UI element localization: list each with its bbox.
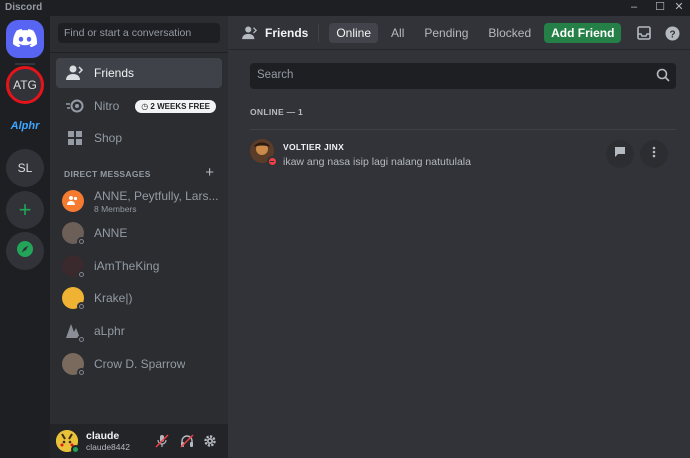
offline-status-icon <box>77 368 86 377</box>
dm-name: ANNE, Peytfully, Lars... <box>94 188 219 203</box>
tab-blocked[interactable]: Blocked <box>481 23 538 43</box>
online-count-header: ONLINE — 1 <box>250 107 304 117</box>
server-atg[interactable]: ATG <box>6 66 44 104</box>
server-sl[interactable]: SL <box>6 149 44 187</box>
sidebar-item-nitro[interactable]: Nitro ◷ 2 WEEKS FREE <box>56 91 222 121</box>
sidebar-item-friends[interactable]: Friends <box>56 58 222 88</box>
direct-messages-header: DIRECT MESSAGES <box>64 169 151 179</box>
dm-name: aLphr <box>94 324 125 338</box>
nitro-trial-badge: ◷ 2 WEEKS FREE <box>135 99 216 113</box>
friends-title: Friends <box>265 25 309 40</box>
create-dm-button[interactable]: + <box>205 164 214 181</box>
inbox-icon[interactable] <box>636 25 652 41</box>
dm-item-iamtheking[interactable]: iAmTheKing <box>56 250 222 282</box>
offline-status-icon <box>77 270 86 279</box>
dm-member-count: 8 Members <box>94 203 137 214</box>
dm-item-anne[interactable]: ANNE <box>56 217 222 249</box>
title-bar: Discord – ☐ ✕ <box>0 0 690 16</box>
vertical-ellipsis-icon <box>652 145 656 163</box>
dm-item-alphr[interactable]: aLphr <box>56 315 222 347</box>
dm-item-crow-d-sparrow[interactable]: Crow D. Sparrow <box>56 348 222 380</box>
message-button[interactable] <box>606 140 634 168</box>
group-dm-avatar <box>62 190 84 212</box>
help-icon[interactable]: ? <box>664 25 680 41</box>
nitro-badge-text: 2 WEEKS FREE <box>150 101 210 111</box>
tab-pending[interactable]: Pending <box>417 23 475 43</box>
offline-status-icon <box>77 237 86 246</box>
group-icon <box>67 192 79 210</box>
home-button[interactable] <box>6 20 44 58</box>
minimize-button[interactable]: – <box>623 0 645 16</box>
deafen-headphones-icon[interactable] <box>179 433 195 449</box>
user-tag: claude8442 <box>86 442 130 452</box>
conversation-search-input[interactable]: Find or start a conversation <box>58 23 220 43</box>
friends-heading: Friends <box>242 26 308 40</box>
tab-all[interactable]: All <box>384 23 411 43</box>
shop-icon <box>65 129 85 147</box>
dm-name: Crow D. Sparrow <box>94 357 186 371</box>
offline-status-icon <box>77 335 86 344</box>
more-options-button[interactable] <box>640 140 668 168</box>
friends-icon <box>242 25 258 40</box>
dm-item-group[interactable]: ANNE, Peytfully, Lars... 8 Members <box>56 185 222 217</box>
search-placeholder: Search <box>257 69 294 81</box>
rail-divider <box>15 63 35 65</box>
sidebar-item-label: Friends <box>94 66 135 80</box>
friend-name: VOLTIER JINX <box>283 142 345 152</box>
nitro-icon <box>65 97 85 115</box>
avatar <box>62 222 86 246</box>
online-status-icon <box>71 445 80 454</box>
add-server-button[interactable]: + <box>6 191 44 229</box>
avatar <box>62 255 86 279</box>
friend-avatar <box>250 139 277 166</box>
server-rail: ATG Alphr SL + <box>3 16 47 458</box>
dm-item-krake[interactable]: Krake|) <box>56 282 222 314</box>
topbar-divider <box>318 23 320 42</box>
avatar <box>62 353 86 377</box>
sidebar-item-label: Shop <box>94 131 123 145</box>
app-title: Discord <box>5 2 43 13</box>
friend-custom-status: ikaw ang nasa isip lagi nalang natutulal… <box>283 156 471 168</box>
dm-name: ANNE <box>94 226 128 240</box>
tab-online[interactable]: Online <box>329 22 379 43</box>
mute-microphone-icon[interactable] <box>154 433 170 449</box>
add-server-icon: + <box>18 197 32 222</box>
avatar <box>62 320 86 344</box>
user-panel: claude claude8442 <box>50 424 228 458</box>
alphr-logo: Alphr <box>10 120 40 132</box>
explore-servers-button[interactable] <box>6 232 44 270</box>
svg-text:?: ? <box>669 29 675 40</box>
server-alphr[interactable]: Alphr <box>6 107 44 145</box>
settings-gear-icon[interactable] <box>202 433 218 449</box>
sidebar-item-label: Nitro <box>94 99 120 113</box>
sidebar-item-shop[interactable]: Shop <box>56 123 222 153</box>
dm-name: Krake|) <box>94 291 133 305</box>
discord-window: Discord – ☐ ✕ ATG Alphr SL + Find or sta… <box>0 0 690 458</box>
add-friend-button[interactable]: Add Friend <box>544 22 622 43</box>
chat-bubble-icon <box>614 145 626 163</box>
compass-icon <box>16 238 34 264</box>
dm-name: iAmTheKing <box>94 259 160 273</box>
dnd-status-icon <box>267 156 277 166</box>
username: claude <box>86 430 120 442</box>
offline-status-icon <box>77 302 86 311</box>
user-avatar[interactable] <box>56 430 80 454</box>
friend-row[interactable]: VOLTIER JINX ikaw ang nasa isip lagi nal… <box>250 129 676 173</box>
avatar <box>62 287 86 311</box>
discord-logo-icon <box>13 28 38 50</box>
friends-main-panel: Friends Online All Pending Blocked Add F… <box>228 16 690 458</box>
close-button[interactable]: ✕ <box>668 0 690 16</box>
friends-search-input[interactable]: Search <box>250 63 676 89</box>
search-icon <box>656 68 670 87</box>
sidebar-divider <box>50 52 228 53</box>
friends-icon <box>65 64 85 82</box>
friends-top-bar: Friends Online All Pending Blocked Add F… <box>228 16 690 50</box>
dm-sidebar: Find or start a conversation Friends Nit… <box>50 16 228 458</box>
